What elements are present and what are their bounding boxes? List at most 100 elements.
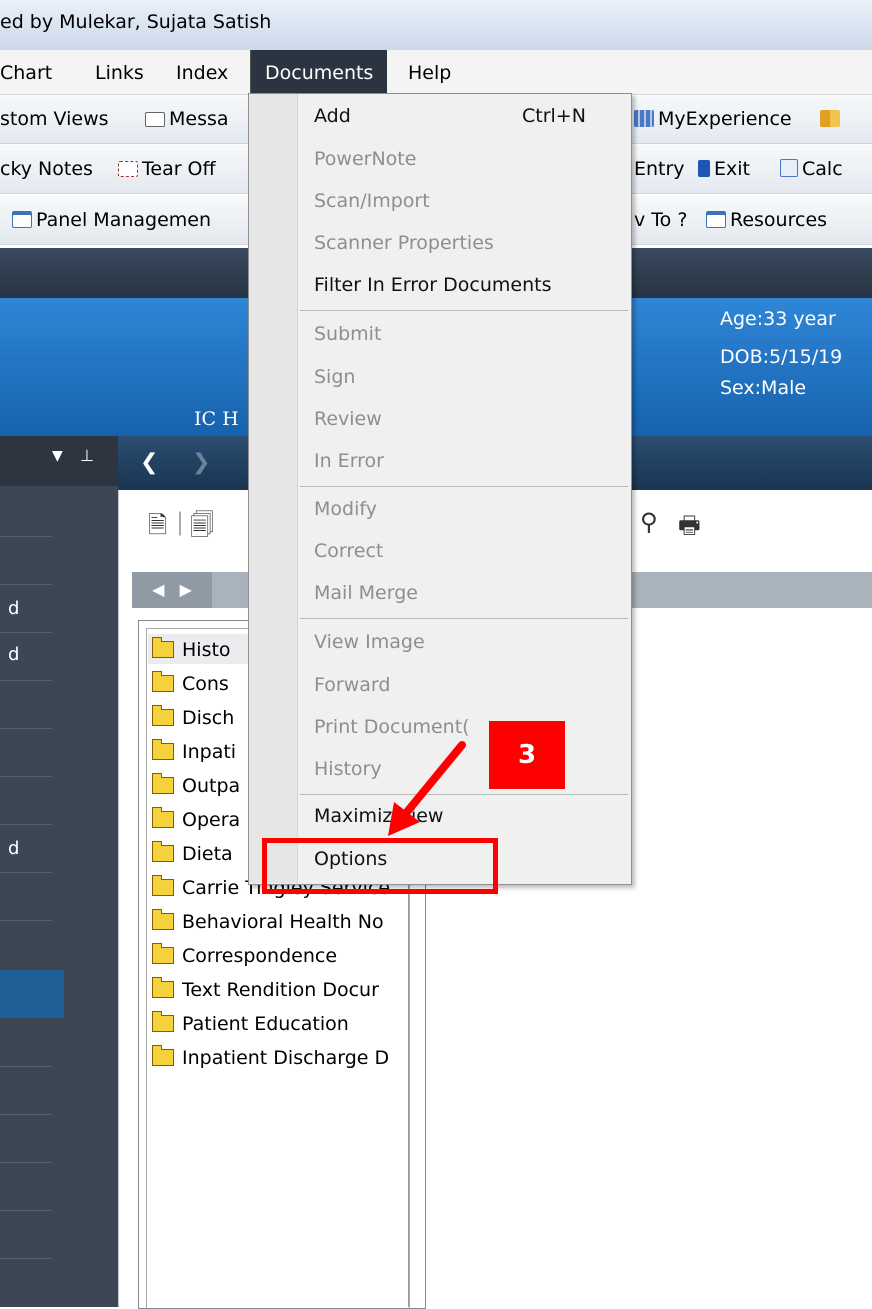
tree-folder[interactable]: Outpa (152, 772, 240, 800)
menu-chart[interactable]: Chart (0, 50, 52, 94)
folder-icon (152, 841, 174, 862)
menu-item-filter-in-error[interactable]: Filter In Error Documents (314, 274, 551, 296)
tree-folder[interactable]: Histo (152, 636, 231, 664)
tree-folder[interactable]: Dieta (152, 840, 233, 868)
forward-arrow-icon[interactable]: ❯ (192, 450, 210, 475)
add-shortcut: Ctrl+N (522, 105, 586, 127)
how-to-button[interactable]: v To ? (634, 196, 687, 244)
panel-divider (0, 680, 52, 681)
messages-label: Messa (169, 108, 229, 130)
exit-label: Exit (714, 158, 750, 180)
tree-folder[interactable]: Correspondence (152, 942, 337, 970)
myexperience-button[interactable]: MyExperience (634, 95, 792, 143)
nav-item-mark[interactable]: d (8, 838, 19, 859)
menu-item-submit[interactable]: Submit (314, 323, 381, 345)
tree-folder[interactable]: Text Rendition Docur (152, 976, 379, 1004)
custom-views-button[interactable]: stom Views (0, 95, 109, 143)
tree-folder[interactable]: Disch (152, 704, 234, 732)
panel-divider (0, 1066, 52, 1067)
panel-divider (0, 632, 52, 633)
patient-sex: Sex:Male (720, 377, 807, 399)
resources-icon (706, 211, 726, 228)
entry-label: Entry (634, 158, 685, 180)
menu-help[interactable]: Help (408, 50, 451, 94)
tear-off-button[interactable]: Tear Off (118, 145, 216, 193)
scan-icon[interactable]: 🗐 (190, 508, 214, 549)
menu-item-modify[interactable]: Modify (314, 498, 377, 520)
menu-item-review[interactable]: Review (314, 408, 382, 430)
sticky-notes-button[interactable]: cky Notes (0, 145, 93, 193)
calculator-label: Calc (802, 158, 843, 180)
panel-divider (0, 776, 52, 777)
tree-folder[interactable]: Patient Education (152, 1010, 349, 1038)
folder-label: Correspondence (182, 945, 338, 967)
folder-icon (152, 875, 174, 896)
tear-off-label: Tear Off (142, 158, 216, 180)
dropdown-triangle-icon[interactable]: ▼ (52, 448, 63, 464)
how-to-label: v To ? (634, 209, 688, 231)
highlight-box (262, 838, 498, 894)
folder-icon (152, 705, 174, 726)
tree-folder[interactable]: Cons (152, 670, 229, 698)
menu-item-add[interactable]: Add (314, 105, 351, 127)
resources-label: Resources (730, 209, 828, 231)
entry-button[interactable]: Entry (634, 145, 685, 193)
new-document-icon[interactable]: 🗎 (148, 508, 167, 549)
folder-icon (152, 1011, 174, 1032)
folder-icon (152, 943, 174, 964)
nav-item-mark[interactable]: d (8, 644, 19, 665)
menu-item-view-image[interactable]: View Image (314, 631, 425, 653)
back-arrow-icon[interactable]: ❮ (140, 450, 158, 475)
resources-button[interactable]: Resources (706, 196, 827, 244)
menu-documents[interactable]: Documents (250, 50, 388, 94)
messages-button[interactable]: Messa (145, 95, 229, 143)
tree-folder[interactable]: Inpati (152, 738, 236, 766)
tree-folder[interactable]: Inpatient Discharge D (152, 1044, 389, 1072)
menu-item-forward[interactable]: Forward (314, 674, 390, 696)
menu-links[interactable]: Links (95, 50, 144, 94)
subbar-scroll-arrows[interactable]: ◀ ▶ (132, 572, 212, 608)
folder-label: Cons (182, 673, 229, 695)
menu-item-history[interactable]: History (314, 758, 382, 780)
calculator-button[interactable]: Calc (780, 145, 843, 193)
folder-icon (152, 1045, 174, 1066)
panel-management-icon (12, 211, 32, 228)
exit-button[interactable]: Exit (698, 145, 750, 193)
menu-item-mail-merge[interactable]: Mail Merge (314, 582, 418, 604)
panel-divider (0, 824, 52, 825)
exit-icon (698, 160, 710, 177)
tree-folder[interactable]: Behavioral Health No (152, 908, 384, 936)
menu-item-print-document[interactable]: Print Document( (314, 716, 470, 738)
folder-icon (152, 671, 174, 692)
panel-management-button[interactable]: Panel Managemen (12, 196, 211, 244)
print-icon[interactable]: 🖶 (678, 508, 701, 549)
folder-icon (152, 773, 174, 794)
menu-separator (300, 618, 628, 619)
panel-divider (0, 1210, 52, 1211)
menu-item-powernote[interactable]: PowerNote (314, 148, 416, 170)
folder-label: Opera (182, 809, 241, 831)
title-bar: ed by Mulekar, Sujata Satish (0, 0, 872, 51)
menu-index[interactable]: Index (176, 50, 228, 94)
menu-item-scanner-properties[interactable]: Scanner Properties (314, 232, 494, 254)
pin-icon[interactable]: ⊥ (80, 446, 94, 465)
patient-age: Age:33 year (720, 308, 836, 330)
menu-item-correct[interactable]: Correct (314, 540, 383, 562)
menu-item-sign[interactable]: Sign (314, 366, 355, 388)
nav-item-mark[interactable]: d (8, 598, 19, 619)
folder-label: Behavioral Health No (182, 911, 384, 933)
book-button[interactable] (820, 95, 844, 143)
window-title: ed by Mulekar, Sujata Satish (0, 11, 272, 33)
panel-divider (0, 1162, 52, 1163)
toolbar-separator: | (176, 508, 185, 536)
tree-folder[interactable]: Opera (152, 806, 240, 834)
menu-item-in-error[interactable]: In Error (314, 450, 384, 472)
panel-divider (0, 872, 52, 873)
menu-item-scan-import[interactable]: Scan/Import (314, 190, 430, 212)
user-action-icon[interactable]: ⚲ (640, 508, 658, 536)
panel-divider (0, 536, 52, 537)
nav-item-selected[interactable] (0, 970, 64, 1018)
panel-divider (0, 920, 52, 921)
sticky-notes-label: cky Notes (0, 158, 93, 180)
calculator-icon (780, 159, 798, 177)
